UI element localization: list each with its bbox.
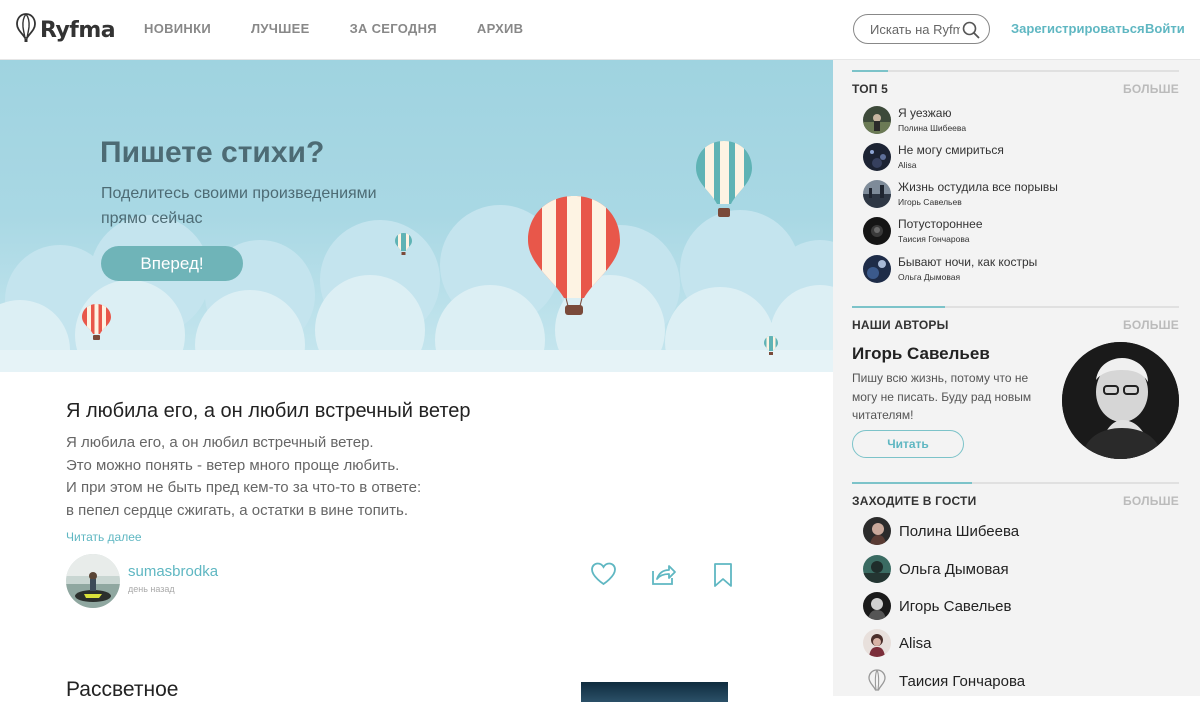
nav-today[interactable]: ЗА СЕГОДНЯ <box>350 21 437 36</box>
guest-avatar <box>863 555 891 583</box>
guest-item[interactable]: Таисия Гончарова <box>863 667 1163 697</box>
tiny-teal-balloon-icon <box>395 233 412 255</box>
tiny-teal-balloon-right-icon <box>764 336 778 355</box>
hero-title: Пишете стихи? <box>100 136 325 169</box>
guest-item[interactable]: Игорь Савельев <box>863 592 1163 622</box>
top-item[interactable]: Жизнь остудила все порывы Игорь Савельев <box>863 180 1163 210</box>
guest-name: Полина Шибеева <box>899 523 1020 540</box>
logo-text: Ryfma <box>40 17 116 43</box>
search-input[interactable] <box>870 21 960 37</box>
post-line: Я любила его, а он любил встречный ветер… <box>66 434 374 451</box>
authors-more-link[interactable]: БОЛЬШЕ <box>1123 318 1179 332</box>
top-item-author: Полина Шибеева <box>898 123 967 133</box>
top-item[interactable]: Я уезжаю Полина Шибеева <box>863 106 1163 136</box>
main-nav: НОВИНКИ ЛУЧШЕЕ ЗА СЕГОДНЯ АРХИВ <box>144 21 563 36</box>
guest-avatar <box>863 517 891 545</box>
top-item-author: Alisa <box>898 160 917 170</box>
poem-thumbnail <box>863 180 891 208</box>
share-icon[interactable] <box>651 562 677 591</box>
section-divider <box>852 306 1179 308</box>
next-post-title[interactable]: Рассветное <box>66 678 178 702</box>
search-box[interactable] <box>853 14 990 44</box>
top-item-author: Игорь Савельев <box>898 197 962 207</box>
featured-author-photo[interactable] <box>1062 342 1179 459</box>
featured-author-name[interactable]: Игорь Савельев <box>852 344 990 364</box>
top-item-author: Ольга Дымовая <box>898 272 961 282</box>
poem-thumbnail <box>863 255 891 283</box>
top5-more-link[interactable]: БОЛЬШЕ <box>1123 82 1179 96</box>
top-item[interactable]: Потустороннее Таисия Гончарова <box>863 217 1163 247</box>
top-item-title: Жизнь остудила все порывы <box>898 180 1058 194</box>
guest-item[interactable]: Alisa <box>863 629 1163 659</box>
poem-thumbnail <box>863 217 891 245</box>
hero-subtitle: Поделитесь своими произведениями прямо с… <box>101 185 377 227</box>
next-post-thumbnail[interactable] <box>581 682 728 702</box>
guests-title: ЗАХОДИТЕ В ГОСТИ <box>852 494 977 508</box>
poem-thumbnail <box>863 143 891 171</box>
section-divider <box>852 482 1179 484</box>
top-header: Ryfma НОВИНКИ ЛУЧШЕЕ ЗА СЕГОДНЯ АРХИВ За… <box>0 0 1200 60</box>
top-item-title: Потустороннее <box>898 217 983 231</box>
guest-default-avatar-icon <box>863 667 891 695</box>
sidebar: ТОП 5 БОЛЬШЕ Я уезжаю Полина Шибеева Не … <box>833 60 1200 696</box>
featured-author-bio: Пишу всю жизнь, потому что не могу не пи… <box>852 371 1032 422</box>
top5-title: ТОП 5 <box>852 82 888 96</box>
hero-cta-button[interactable]: Вперед! <box>101 246 243 281</box>
post-line: в пепел сердце сжигать, а остатки в вине… <box>66 501 408 519</box>
search-icon[interactable] <box>962 21 980 44</box>
post-title[interactable]: Я любила его, а он любил встречный ветер <box>66 400 471 423</box>
login-link[interactable]: Войти <box>1145 21 1185 36</box>
guest-item[interactable]: Полина Шибеева <box>863 517 1163 547</box>
guest-avatar <box>863 592 891 620</box>
heart-icon[interactable] <box>590 562 617 591</box>
hero-banner: Пишете стихи? Поделитесь своими произвед… <box>0 60 833 372</box>
guest-name: Игорь Савельев <box>899 598 1012 615</box>
authors-title: НАШИ АВТОРЫ <box>852 318 949 332</box>
logo-link[interactable]: Ryfma <box>16 12 116 48</box>
guest-name: Alisa <box>899 635 932 652</box>
post-line: Это можно понять - ветер много проще люб… <box>66 456 400 474</box>
top-item-title: Бывают ночи, как костры <box>898 255 1038 269</box>
small-red-balloon-icon <box>82 304 111 340</box>
balloon-logo-icon <box>16 12 36 48</box>
bookmark-icon[interactable] <box>713 562 733 593</box>
large-red-balloon-icon <box>528 196 620 315</box>
nav-best[interactable]: ЛУЧШЕЕ <box>251 21 310 36</box>
guests-more-link[interactable]: БОЛЬШЕ <box>1123 494 1179 508</box>
author-avatar[interactable] <box>66 554 120 608</box>
nav-new[interactable]: НОВИНКИ <box>144 21 211 36</box>
author-name[interactable]: sumasbrodka <box>128 563 218 580</box>
register-link[interactable]: Зарегистрироваться <box>1011 21 1145 36</box>
section-divider <box>852 70 1179 72</box>
top-item-title: Я уезжаю <box>898 106 952 120</box>
top-item[interactable]: Не могу смириться Alisa <box>863 143 1163 173</box>
guest-item[interactable]: Ольга Дымовая <box>863 555 1163 585</box>
top-item-title: Не могу смириться <box>898 143 1004 157</box>
read-more-link[interactable]: Читать далее <box>66 530 142 544</box>
post-excerpt: Я любила его, а он любил встречный ветер… <box>66 432 421 522</box>
top-item-author: Таисия Гончарова <box>898 234 970 244</box>
read-author-button[interactable]: Читать <box>852 430 964 458</box>
teal-balloon-icon <box>696 141 752 217</box>
post-time: день назад <box>128 584 175 594</box>
nav-archive[interactable]: АРХИВ <box>477 21 523 36</box>
guest-avatar <box>863 629 891 657</box>
guest-name: Ольга Дымовая <box>899 561 1009 578</box>
poem-thumbnail <box>863 106 891 134</box>
post-line: И при этом не быть пред кем-то за что-то… <box>66 479 422 496</box>
top-item[interactable]: Бывают ночи, как костры Ольга Дымовая <box>863 255 1163 285</box>
guest-name: Таисия Гончарова <box>899 673 1026 690</box>
